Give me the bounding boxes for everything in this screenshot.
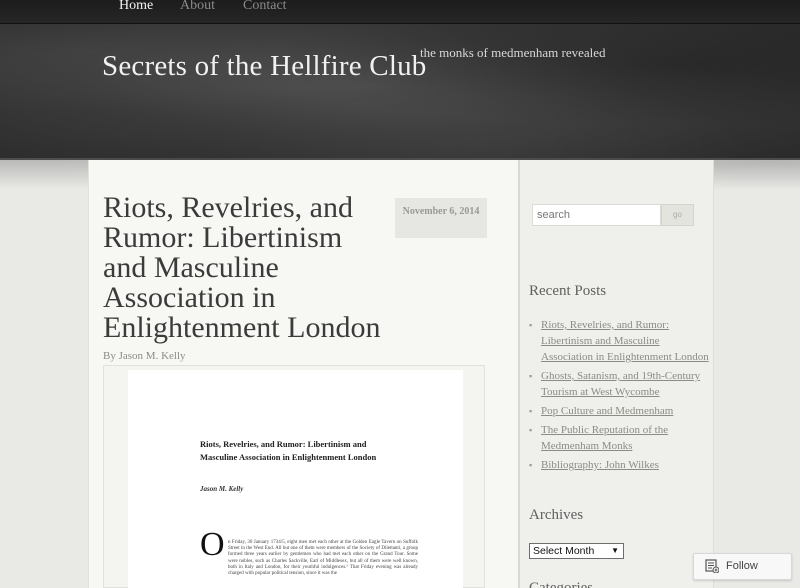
recent-post-link[interactable]: Riots, Revelries, and Rumor: Libertinism… [541, 319, 709, 363]
recent-posts-title: Recent Posts [529, 283, 607, 299]
recent-post-item: Riots, Revelries, and Rumor: Libertinism… [529, 317, 709, 365]
follow-label: Follow [726, 560, 758, 572]
document-dropcap: O [200, 526, 225, 563]
recent-post-link[interactable]: Ghosts, Satanism, and 19th-Century Touri… [541, 370, 700, 398]
document-title: Riots, Revelries, and Rumor: Libertinism… [200, 439, 377, 462]
recent-post-link[interactable]: Bibliography: John Wilkes [541, 459, 659, 471]
header-texture [0, 24, 800, 160]
site-header [0, 24, 800, 160]
recent-posts-list: Riots, Revelries, and Rumor: Libertinism… [529, 317, 709, 476]
site-title[interactable]: Secrets of the Hellfire Club [102, 50, 427, 83]
archives-month-select[interactable]: Select Month ▼ [529, 543, 624, 559]
archives-select-value: Select Month [533, 545, 595, 557]
document-body-text: n Friday, 30 January 1734/5, eight men m… [228, 540, 418, 577]
recent-post-link[interactable]: The Public Reputation of the Medmenham M… [541, 424, 668, 452]
post-title[interactable]: Riots, Revelries, and Rumor: Libertinism… [103, 193, 388, 343]
follow-button[interactable]: Follow [693, 553, 792, 580]
search-input[interactable]: search [532, 204, 661, 226]
post-byline: By Jason M. Kelly [103, 350, 186, 362]
recent-post-item: Ghosts, Satanism, and 19th-Century Touri… [529, 368, 709, 400]
recent-post-item: Bibliography: John Wilkes [529, 457, 709, 473]
search-go-button[interactable]: go [661, 204, 694, 226]
top-nav: Home About Contact [0, 0, 800, 24]
document-preview[interactable]: Riots, Revelries, and Rumor: Libertinism… [103, 365, 485, 588]
document-author: Jason M. Kelly [200, 485, 244, 493]
post-date: November 6, 2014 [395, 198, 487, 238]
nav-home[interactable]: Home [119, 0, 153, 14]
nav-contact[interactable]: Contact [243, 0, 287, 14]
recent-post-link[interactable]: Pop Culture and Medmenham [541, 405, 673, 417]
recent-post-item: Pop Culture and Medmenham [529, 403, 709, 419]
nav-about[interactable]: About [180, 0, 215, 14]
recent-post-item: The Public Reputation of the Medmenham M… [529, 422, 709, 454]
categories-title: Categories [529, 580, 594, 588]
byline-author[interactable]: Jason M. Kelly [119, 350, 186, 362]
site-tagline: the monks of medmenham revealed [420, 45, 606, 60]
document-page: Riots, Revelries, and Rumor: Libertinism… [128, 370, 463, 588]
dropdown-arrow-icon: ▼ [611, 546, 619, 555]
byline-prefix: By [103, 350, 116, 362]
follow-icon [705, 559, 719, 573]
archives-title: Archives [529, 507, 584, 523]
